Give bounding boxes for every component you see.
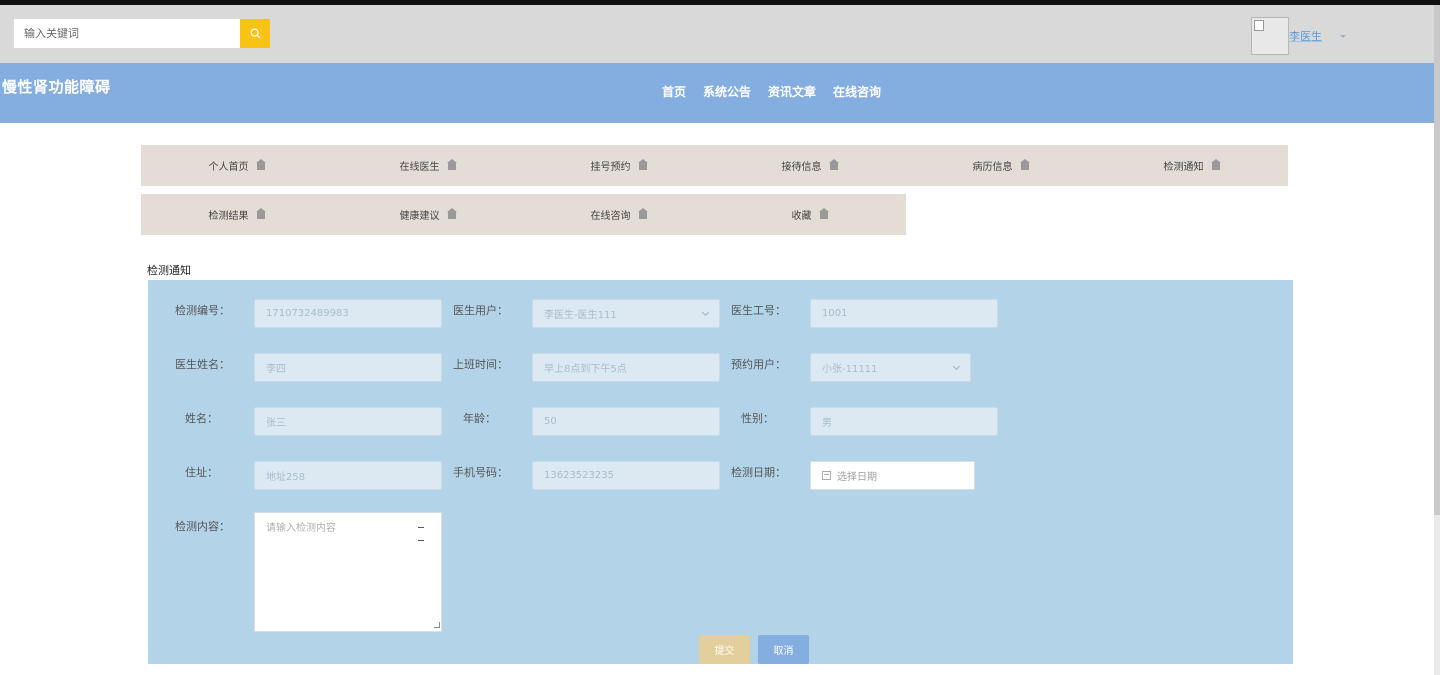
home-icon [446,208,457,219]
textarea-scroll-arrows[interactable] [418,526,424,542]
user-menu-row-1: 个人首页 在线医生 挂号预约 接待信息 病历信息 检测通知 [141,145,1288,186]
test-date-placeholder: 选择日期 [837,472,877,483]
doctor-user-select[interactable]: 李医生-医生111 [532,299,720,328]
gender-field[interactable]: 男 [810,407,998,436]
test-date-picker[interactable]: 选择日期 [810,461,975,490]
cancel-button[interactable]: 取消 [758,635,809,664]
menu-item-label: 接待信息 [781,162,822,173]
nav-consult[interactable]: 在线咨询 [833,83,881,100]
doctor-name-value: 李四 [266,364,286,375]
doctor-id-value: 1001 [822,308,848,319]
booking-user-label: 预约用户： [731,358,786,371]
booking-user-select[interactable]: 小张-11111 [810,353,971,382]
address-label: 住址： [185,466,218,479]
test-no-label: 检测编号： [175,304,230,317]
menu-item-label: 在线咨询 [590,211,631,222]
main-navbar: 慢性肾功能障碍 首页 系统公告 资讯文章 在线咨询 [0,63,1434,123]
menu-item-online-consult[interactable]: 在线咨询 [523,194,714,235]
doctor-user-value: 李医生-医生111 [544,310,617,321]
nav-home[interactable]: 首页 [662,83,686,100]
top-bar: 李医生 [0,5,1440,63]
menu-item-test-notice[interactable]: 检测通知 [1096,145,1287,186]
menu-item-reception[interactable]: 接待信息 [714,145,905,186]
home-icon [828,159,839,170]
test-no-value: 1710732489983 [266,308,349,319]
home-icon [446,159,457,170]
page-scrollbar-thumb[interactable] [1434,5,1440,515]
menu-item-health-advice[interactable]: 健康建议 [332,194,523,235]
doctor-name-label: 医生姓名： [175,358,230,371]
search-button[interactable] [240,19,270,48]
home-icon [637,159,648,170]
menu-item-label: 检测结果 [208,211,249,222]
menu-item-label: 在线医生 [399,162,440,173]
menu-item-label: 收藏 [791,211,812,222]
search-input[interactable] [14,19,240,48]
address-value: 地址258 [266,472,306,483]
menu-item-label: 个人首页 [208,162,249,173]
doctor-id-field[interactable]: 1001 [810,299,998,328]
gender-value: 男 [822,418,832,429]
age-label: 年龄： [463,412,496,425]
age-value: 50 [544,416,557,427]
test-no-field[interactable]: 1710732489983 [254,299,442,328]
booking-user-value: 小张-11111 [822,364,878,375]
search-box [14,19,270,48]
menu-item-label: 挂号预约 [590,162,631,173]
section-title: 检测通知 [147,264,191,277]
submit-button[interactable]: 提交 [699,635,750,664]
menu-item-profile[interactable]: 个人首页 [141,145,332,186]
calendar-icon [822,471,831,480]
search-icon [250,28,261,39]
menu-item-online-doctor[interactable]: 在线医生 [332,145,523,186]
test-content-textarea[interactable] [254,512,442,632]
home-icon [637,208,648,219]
home-icon [1210,159,1221,170]
name-label: 姓名： [185,412,218,425]
home-icon [255,208,266,219]
home-icon [1019,159,1030,170]
menu-item-label: 健康建议 [399,211,440,222]
doctor-user-label: 医生用户： [453,304,508,317]
work-time-value: 早上8点到下午5点 [544,364,627,375]
phone-field[interactable]: 13623523235 [532,461,720,490]
avatar[interactable] [1251,17,1289,55]
home-icon [255,159,266,170]
menu-item-label: 检测通知 [1163,162,1204,173]
name-value: 张三 [266,418,286,429]
user-menu-row-2: 检测结果 健康建议 在线咨询 收藏 [141,194,906,235]
name-field[interactable]: 张三 [254,407,442,436]
test-date-label: 检测日期： [731,466,786,479]
user-menu[interactable]: 李医生 [1251,17,1346,55]
resize-grip-icon[interactable] [434,622,440,628]
nav-announcements[interactable]: 系统公告 [703,83,751,100]
menu-item-favorites[interactable]: 收藏 [714,194,905,235]
phone-label: 手机号码： [453,466,508,479]
menu-item-appointment[interactable]: 挂号预约 [523,145,714,186]
age-field[interactable]: 50 [532,407,720,436]
chevron-down-icon [952,362,961,370]
username-link[interactable]: 李医生 [1289,28,1322,44]
caret-down-icon[interactable] [1340,34,1346,38]
home-icon [818,208,829,219]
menu-item-test-results[interactable]: 检测结果 [141,194,332,235]
phone-value: 13623523235 [544,470,614,481]
address-field[interactable]: 地址258 [254,461,442,490]
menu-item-medical-records[interactable]: 病历信息 [905,145,1096,186]
content-label: 检测内容： [175,520,230,533]
menu-item-label: 病历信息 [972,162,1013,173]
work-time-label: 上班时间： [453,358,508,371]
gender-label: 性别： [741,412,774,425]
work-time-field[interactable]: 早上8点到下午5点 [532,353,720,382]
doctor-id-label: 医生工号： [731,304,786,317]
nav-articles[interactable]: 资讯文章 [768,83,816,100]
site-title: 慢性肾功能障碍 [2,78,111,96]
nav-links: 首页 系统公告 资讯文章 在线咨询 [662,83,881,100]
doctor-name-field[interactable]: 李四 [254,353,442,382]
